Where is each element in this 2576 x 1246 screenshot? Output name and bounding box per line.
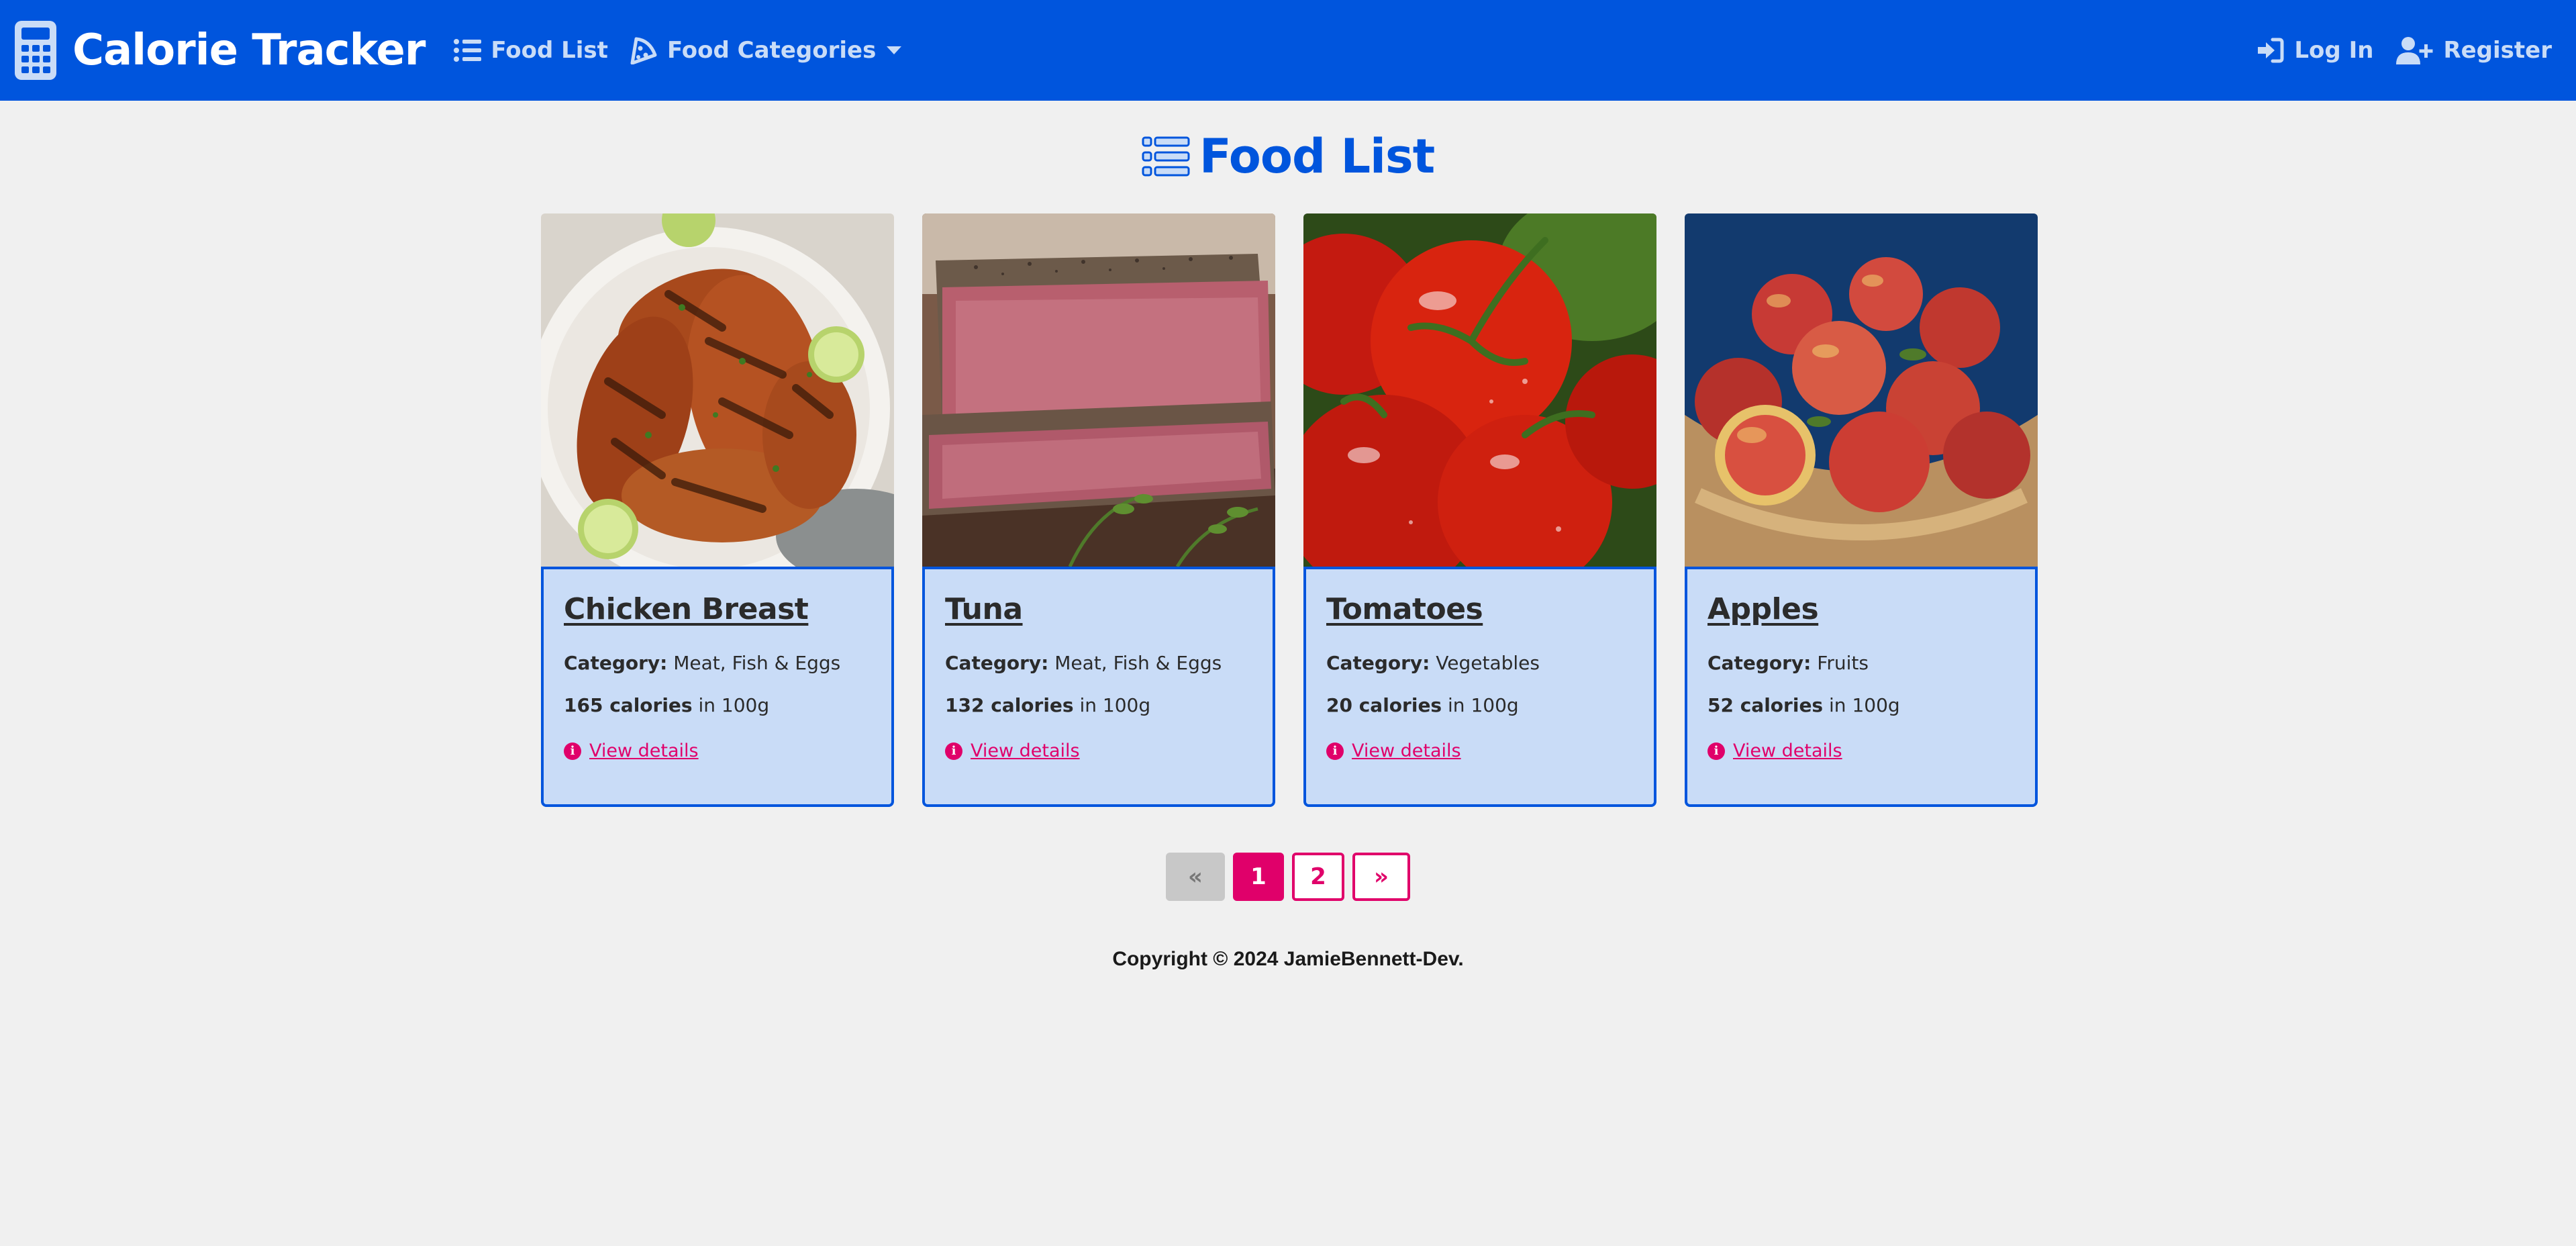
info-icon: i [1326, 742, 1344, 760]
food-category: Category: Meat, Fish & Eggs [945, 652, 1252, 674]
nav-register[interactable]: Register [2396, 36, 2552, 64]
category-value: Meat, Fish & Eggs [673, 652, 841, 674]
food-card: Apples Category: Fruits 52 calories in 1… [1685, 213, 2038, 807]
food-card-grid: Chicken Breast Category: Meat, Fish & Eg… [541, 213, 2038, 807]
food-image-apples [1685, 213, 2038, 567]
nav-food-categories-label: Food Categories [666, 37, 877, 64]
view-details-label: View details [971, 740, 1080, 761]
nav-register-label: Register [2443, 37, 2552, 64]
food-name-link[interactable]: Tomatoes [1326, 592, 1634, 626]
food-card: Tomatoes Category: Vegetables 20 calorie… [1303, 213, 1656, 807]
food-name-link[interactable]: Apples [1707, 592, 2015, 626]
food-category: Category: Meat, Fish & Eggs [564, 652, 871, 674]
log-in-icon [2258, 38, 2284, 63]
category-label: Category: [1326, 652, 1430, 674]
calculator-icon [15, 21, 56, 80]
category-value: Vegetables [1436, 652, 1540, 674]
view-details-link[interactable]: i View details [1707, 740, 2015, 761]
view-details-link[interactable]: i View details [945, 740, 1252, 761]
category-value: Fruits [1817, 652, 1869, 674]
category-label: Category: [564, 652, 668, 674]
page-title-text: Food List [1199, 129, 1435, 184]
food-name-link[interactable]: Chicken Breast [564, 592, 871, 626]
nav-food-categories-dropdown[interactable]: Food Categories [630, 36, 902, 64]
view-details-link[interactable]: i View details [1326, 740, 1634, 761]
food-image-tuna [922, 213, 1275, 567]
food-card-body: Chicken Breast Category: Meat, Fish & Eg… [541, 567, 894, 807]
calories-value: 132 calories [945, 694, 1074, 716]
food-card-body: Tuna Category: Meat, Fish & Eggs 132 cal… [922, 567, 1275, 807]
category-value: Meat, Fish & Eggs [1054, 652, 1222, 674]
pagination-next-button[interactable]: » [1352, 853, 1410, 901]
pagination-page-1[interactable]: 1 [1233, 853, 1284, 901]
view-details-label: View details [1733, 740, 1842, 761]
serving-size: in 100g [1829, 694, 1900, 716]
calories-value: 20 calories [1326, 694, 1442, 716]
food-name-link[interactable]: Tuna [945, 592, 1252, 626]
navbar: Calorie Tracker Food List Food Categorie… [0, 0, 2576, 101]
food-category: Category: Fruits [1707, 652, 2015, 674]
user-plus-icon [2396, 37, 2433, 64]
info-icon: i [945, 742, 962, 760]
pagination-page-2[interactable]: 2 [1292, 853, 1344, 901]
food-calories: 20 calories in 100g [1326, 694, 1634, 716]
info-icon: i [1707, 742, 1725, 760]
nav-food-list-label: Food List [491, 37, 608, 64]
footer-copyright: Copyright © 2024 JamieBennett-Dev. [1112, 948, 1464, 970]
calories-value: 52 calories [1707, 694, 1824, 716]
view-details-label: View details [1352, 740, 1461, 761]
chevron-down-icon [887, 46, 902, 54]
calories-value: 165 calories [564, 694, 693, 716]
food-calories: 165 calories in 100g [564, 694, 871, 716]
food-calories: 132 calories in 100g [945, 694, 1252, 716]
pagination: « 1 2 » [0, 853, 2576, 901]
view-details-label: View details [589, 740, 699, 761]
brand-title: Calorie Tracker [72, 26, 426, 75]
food-card-body: Tomatoes Category: Vegetables 20 calorie… [1303, 567, 1656, 807]
brand-link[interactable]: Calorie Tracker [13, 19, 426, 81]
food-calories: 52 calories in 100g [1707, 694, 2015, 716]
category-label: Category: [1707, 652, 1812, 674]
serving-size: in 100g [698, 694, 770, 716]
nav-auth-links: Log In Register [2255, 36, 2552, 64]
serving-size: in 100g [1079, 694, 1151, 716]
pagination-prev-button: « [1166, 853, 1225, 901]
food-category: Category: Vegetables [1326, 652, 1634, 674]
nav-log-in-label: Log In [2294, 37, 2374, 64]
page-title: Food List [0, 129, 2576, 184]
food-card: Chicken Breast Category: Meat, Fish & Eg… [541, 213, 894, 807]
food-image-tomatoes [1303, 213, 1656, 567]
list-icon [1142, 136, 1190, 177]
food-image-chicken-breast [541, 213, 894, 567]
category-label: Category: [945, 652, 1049, 674]
pizza-slice-icon [630, 37, 657, 64]
nav-log-in[interactable]: Log In [2255, 37, 2373, 64]
serving-size: in 100g [1448, 694, 1519, 716]
nav-food-list[interactable]: Food List [453, 37, 608, 64]
info-icon: i [564, 742, 581, 760]
list-icon [454, 39, 482, 62]
food-card-body: Apples Category: Fruits 52 calories in 1… [1685, 567, 2038, 807]
food-card: Tuna Category: Meat, Fish & Eggs 132 cal… [922, 213, 1275, 807]
view-details-link[interactable]: i View details [564, 740, 871, 761]
